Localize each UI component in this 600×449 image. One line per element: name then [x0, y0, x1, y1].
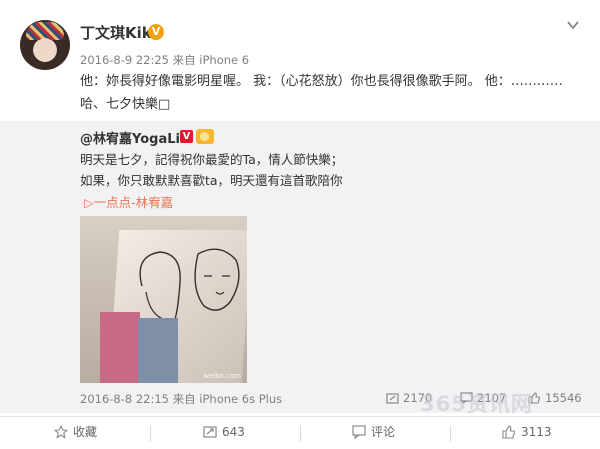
comment-label: 评论	[371, 425, 396, 439]
site-watermark: 365资讯网	[420, 392, 533, 416]
image-pink-book	[100, 312, 140, 383]
original-text-line-1: 明天是七夕，記得祝你最愛的Ta，情人節快樂；	[80, 152, 344, 167]
post-image[interactable]: weibo.com	[80, 216, 247, 383]
action-divider	[150, 426, 151, 442]
comment-icon	[352, 425, 366, 440]
repost-button[interactable]: 643	[203, 416, 245, 449]
avatar[interactable]	[20, 20, 70, 70]
like-button[interactable]: 3113	[502, 416, 552, 449]
original-text-line-2: 如果，你只敢默默喜歡ta，明天還有這首歌陪你	[80, 173, 343, 188]
avatar-face	[35, 38, 55, 62]
original-text: 明天是七夕，記得祝你最愛的Ta，情人節快樂； 如果，你只敢默默喜歡ta，明天還有…	[80, 149, 580, 191]
image-blue-book	[138, 318, 178, 383]
original-like-stat[interactable]: 15546	[528, 391, 582, 405]
image-watermark: weibo.com	[203, 372, 241, 380]
action-divider	[300, 426, 301, 442]
favorite-button[interactable]: 收藏	[53, 416, 98, 449]
post-meta[interactable]: 2016-8-9 22:25 来自 iPhone 6	[80, 52, 249, 68]
vip-badge-icon[interactable]: V	[148, 24, 164, 40]
verified-icon: V	[180, 130, 193, 143]
like-count: 3113	[521, 425, 552, 439]
repost-count: 643	[222, 425, 245, 439]
action-divider	[450, 426, 451, 442]
star-icon	[53, 424, 69, 439]
repost-icon	[203, 426, 217, 438]
original-like-count: 15546	[545, 391, 582, 405]
favorite-label: 收藏	[73, 425, 98, 439]
original-meta[interactable]: 2016-8-8 22:15 来自 iPhone 6s Plus	[80, 391, 282, 407]
chevron-down-icon[interactable]	[566, 18, 580, 32]
thumbs-up-icon	[502, 425, 516, 439]
music-link[interactable]: ▷一点点-林宥嘉	[84, 192, 173, 211]
repost-icon	[386, 393, 399, 404]
original-author[interactable]: @林宥嘉YogaLin	[80, 128, 189, 147]
comment-button[interactable]: 评论	[352, 416, 395, 449]
post-text: 他：妳長得好像電影明星喔。 我：（心花怒放）你也長得很像歌手阿。 他：………… …	[80, 74, 563, 112]
weibo-post-card: 丁文琪Kiki V 2016-8-9 22:25 来自 iPhone 6 他：妳…	[0, 0, 600, 449]
member-badge-icon	[196, 129, 214, 144]
user-name[interactable]: 丁文琪Kiki	[80, 22, 157, 43]
